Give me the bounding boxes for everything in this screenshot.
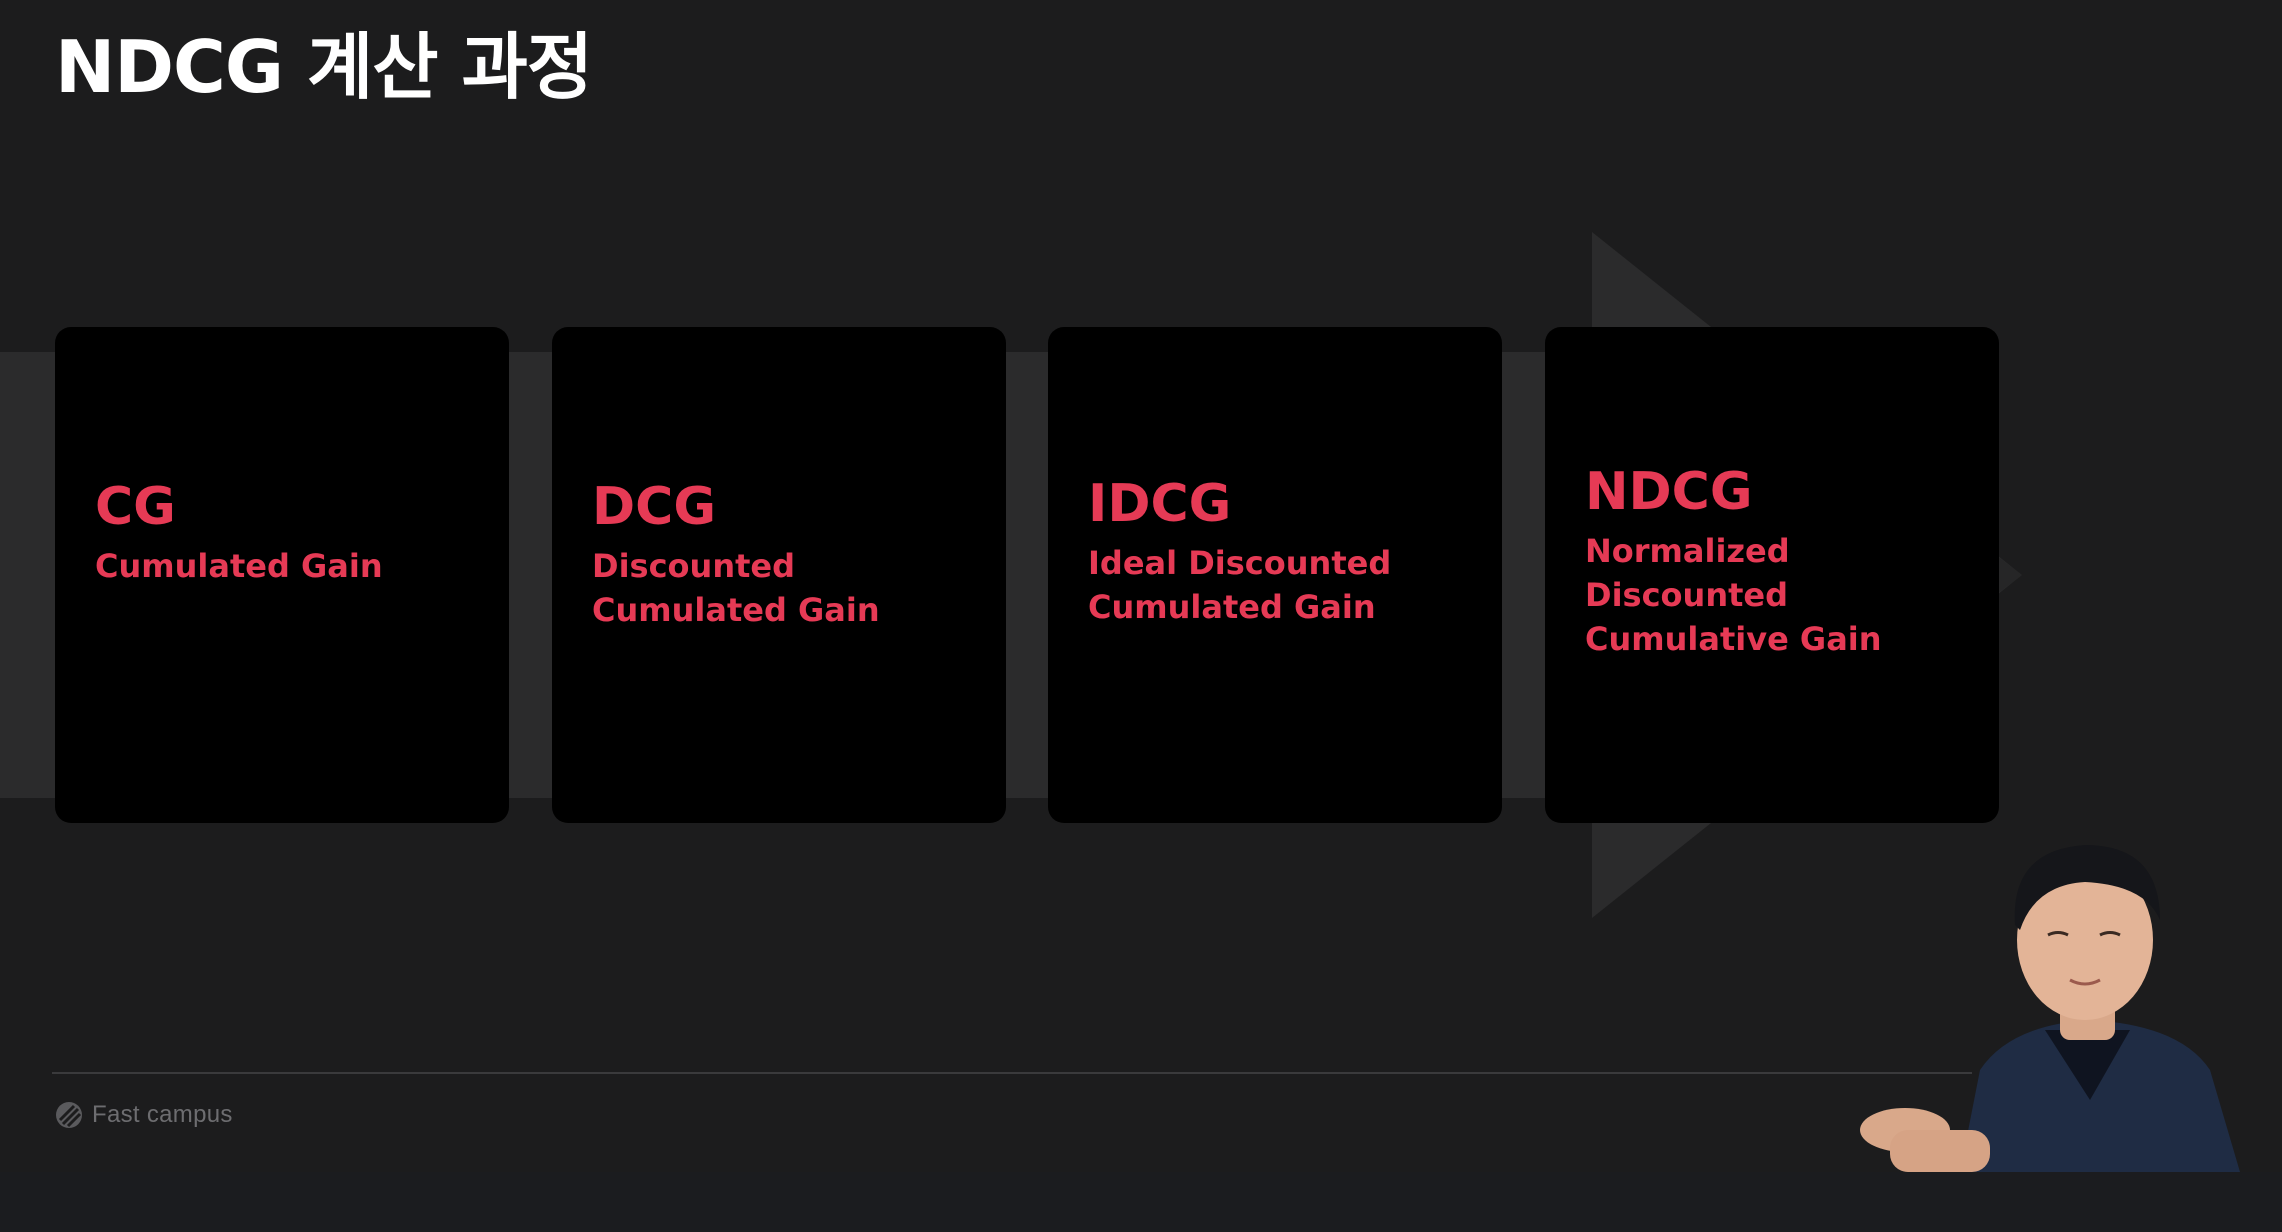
card-cg: CG Cumulated Gain — [55, 327, 509, 823]
footer-divider — [52, 1072, 1972, 1074]
card-full-name: Discounted Cumulated Gain — [592, 547, 880, 629]
card-full-name: Cumulated Gain — [95, 547, 383, 585]
card-abbreviation: IDCG — [1088, 474, 1232, 534]
presenter-video — [1860, 845, 2240, 1172]
card-full-name: Ideal Discounted Cumulated Gain — [1088, 544, 1392, 626]
card-ndcg: NDCG Normalized Discounted Cumulative Ga… — [1545, 327, 1999, 823]
card-abbreviation: CG — [95, 477, 176, 537]
lecture-slide: NDCG 계산 과정 CG Cumulated Gain DCG Discoun… — [0, 0, 2282, 1172]
brand-logo: Fast campus — [54, 1100, 233, 1130]
card-dcg: DCG Discounted Cumulated Gain — [552, 327, 1006, 823]
card-abbreviation: DCG — [592, 477, 717, 537]
fastcampus-logo-icon — [56, 1102, 82, 1128]
video-bottom-bar — [0, 1172, 2282, 1232]
card-idcg: IDCG Ideal Discounted Cumulated Gain — [1048, 327, 1502, 823]
card-abbreviation: NDCG — [1585, 462, 1753, 522]
card-full-name: Normalized Discounted Cumulative Gain — [1585, 532, 1882, 658]
slide-title: NDCG 계산 과정 — [55, 25, 593, 109]
brand-name: Fast campus — [92, 1101, 233, 1128]
